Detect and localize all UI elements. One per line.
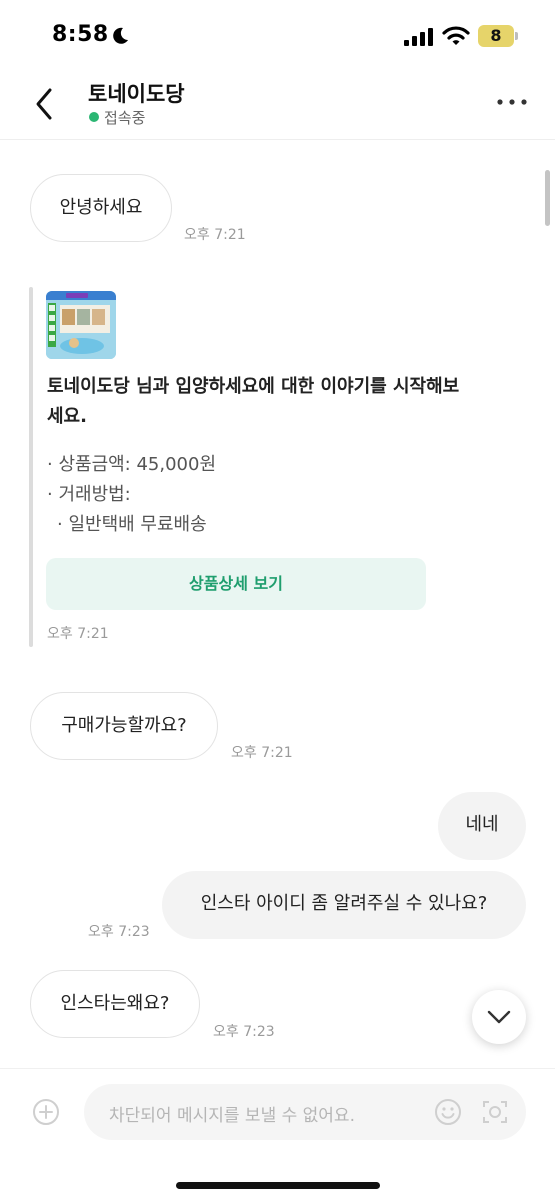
card-delivery: · 일반택배 무료배송: [57, 514, 207, 535]
battery-indicator: 8: [478, 25, 518, 47]
chat-partner-name[interactable]: 토네이도당: [88, 78, 185, 108]
message-time: 오후 7:21: [47, 626, 109, 642]
back-icon[interactable]: [28, 84, 62, 124]
message-time: 오후 7:21: [184, 227, 246, 243]
scrollbar-thumb[interactable]: [545, 170, 550, 226]
product-thumbnail[interactable]: [46, 291, 116, 359]
more-icon[interactable]: [494, 92, 530, 112]
chat-header: 토네이도당 접속중: [0, 70, 555, 140]
product-image: [46, 291, 116, 359]
online-status-text: 접속중: [104, 109, 146, 127]
plus-icon[interactable]: [32, 1098, 60, 1126]
product-detail-button[interactable]: 상품상세 보기: [46, 558, 426, 610]
card-price: · 상품금액: 45,000원: [47, 454, 217, 475]
battery-level: 8: [490, 26, 502, 45]
message-bubble-sent: 인스타 아이디 좀 알려주실 수 있나요?: [162, 871, 526, 939]
message-bubble-sent: 네네: [438, 792, 526, 860]
message-bubble-received: 구매가능할까요?: [30, 692, 218, 760]
message-input-placeholder: 차단되어 메시지를 보낼 수 없어요.: [109, 1106, 355, 1126]
message-time: 오후 7:21: [231, 745, 293, 761]
message-bubble-received: 안녕하세요: [30, 174, 172, 242]
emoji-icon[interactable]: [434, 1098, 462, 1126]
home-indicator: [176, 1182, 380, 1189]
scroll-to-bottom-button[interactable]: [472, 990, 526, 1044]
message-time: 오후 7:23: [88, 924, 150, 940]
online-status-dot: [89, 112, 99, 122]
camera-icon[interactable]: [481, 1098, 509, 1126]
battery-cap: [515, 32, 518, 40]
card-accent-bar: [29, 287, 33, 647]
moon-icon: [113, 27, 128, 44]
wifi-icon: [442, 26, 470, 45]
chevron-down-icon: [487, 1010, 511, 1024]
signal-icon: [404, 28, 433, 46]
status-time: 8:58: [52, 22, 109, 47]
message-time: 오후 7:23: [213, 1024, 275, 1040]
status-bar: 8:58 8: [0, 0, 555, 70]
message-bubble-received: 인스타는왜요?: [30, 970, 200, 1038]
card-trade-method: · 거래방법:: [47, 484, 131, 505]
card-title: 토네이도당 님과 입양하세요에 대한 이야기를 시작해보세요.: [47, 376, 460, 427]
